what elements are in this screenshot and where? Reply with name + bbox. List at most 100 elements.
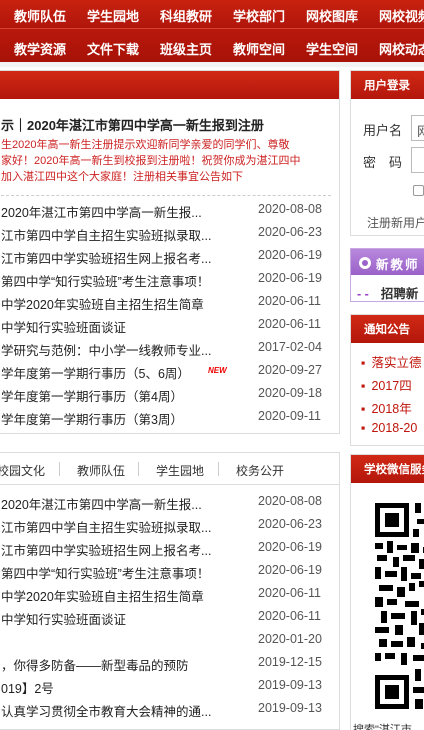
tab-bar: 校园文化 教师队伍 学生园地 校务公开 <box>0 453 339 485</box>
notice-item[interactable]: ▪ 落实立德 <box>361 352 421 371</box>
nav-departments[interactable]: 学校部门 <box>233 6 285 25</box>
news-title[interactable]: 中学2020年实验班自主招生招生简章 <box>1 294 204 313</box>
notice-text: 2018-20 <box>371 421 418 435</box>
tab-students[interactable]: 学生园地 <box>156 462 204 479</box>
list-item[interactable]: 学研究与范例：中小学一线教师专业... 2017-02-04 <box>0 337 337 360</box>
news-title[interactable]: 第四中学“知行实验班”考生注意事项！ <box>1 271 209 290</box>
top-nav-primary: 教师队伍 学生园地 科组教研 学校部门 网校图库 网校视频 <box>0 0 424 28</box>
news-date: 2020-01-20 <box>258 632 322 646</box>
news-date: 2019-12-15 <box>258 655 322 669</box>
remember-checkbox[interactable] <box>413 185 424 196</box>
news-title[interactable]: 2020年湛江市第四中学高一新生报... <box>1 494 202 513</box>
news-title[interactable]: 江市第四中学实验班招生网上报名考... <box>1 248 211 267</box>
nav-class-pages[interactable]: 班级主页 <box>160 39 212 58</box>
nav-gallery[interactable]: 网校图库 <box>306 6 358 25</box>
news-title[interactable]: 认真学习贯彻全市教育大会精神的通... <box>1 701 211 720</box>
nav-student-space[interactable]: 学生空间 <box>306 39 358 58</box>
bullet-icon: ▪ <box>361 356 366 370</box>
summary-line: 加入湛江四中这个大家庭！注册相关事宜公告如下 <box>1 171 243 183</box>
list-item[interactable]: 中学2020年实验班自主招生招生简章 2020-06-11 <box>0 291 337 314</box>
news-date: 2020-06-11 <box>258 317 322 331</box>
news-title[interactable]: 中学2020年实验班自主招生招生简章 <box>1 586 204 605</box>
tab-campus-culture[interactable]: 校园文化 <box>0 462 45 479</box>
notice-header: 通知公告 <box>351 315 424 343</box>
news-title[interactable]: 江市第四中学实验班招生网上报名考... <box>1 540 211 559</box>
list-item[interactable]: 第四中学“知行实验班”考生注意事项！ 2020-06-19 <box>0 560 337 583</box>
news-title[interactable]: 学年度第一学期行事历（第4周） <box>1 386 183 405</box>
register-link[interactable]: 注册新用户 <box>367 214 424 231</box>
new-teacher-text: 招聘新 <box>380 287 419 301</box>
list-item[interactable]: 学年度第一学期行事历（5、6周） NEW 2020-09-27 <box>0 360 337 383</box>
notice-item[interactable]: ▪ 2018年 <box>361 398 412 417</box>
news-title[interactable]: ，你得多防备——新型毒品的预防 <box>1 655 189 674</box>
news-date: 2020-09-11 <box>258 409 322 423</box>
news-title[interactable]: 江市第四中学自主招生实验班拟录取... <box>1 225 211 244</box>
tab-affairs[interactable]: 校务公开 <box>236 462 284 479</box>
nav-downloads[interactable]: 文件下载 <box>87 39 139 58</box>
list-item[interactable]: 认真学习贯彻全市教育大会精神的通... 2019-09-13 <box>0 698 337 721</box>
notice-title: 通知公告 <box>364 324 410 336</box>
login-title: 用户登录 <box>364 80 410 92</box>
bullet-icon: ▪ <box>361 402 366 416</box>
password-field[interactable] <box>411 147 424 173</box>
new-teacher-box: 新教师 - - 招聘新 <box>350 248 424 302</box>
list-item[interactable]: ，你得多防备——新型毒品的预防 2019-12-15 <box>0 652 337 675</box>
news-title[interactable]: 第四中学“知行实验班”考生注意事项！ <box>1 563 209 582</box>
news-date: 2020-06-11 <box>258 294 322 308</box>
wechat-box: 学校微信服务 搜索"湛江市 <box>350 454 424 730</box>
notice-item[interactable]: ▪ 2017四 <box>361 375 412 394</box>
summary-line: 生2020年高一新生注册提示欢迎新同学亲爱的同学们、尊敬 <box>1 139 290 151</box>
new-teacher-header: 新教师 <box>351 249 424 275</box>
tab-teachers[interactable]: 教师队伍 <box>77 462 125 479</box>
list-item[interactable]: 学年度第一学期行事历（第4周） 2020-09-18 <box>0 383 337 406</box>
nav-video[interactable]: 网校视频 <box>379 6 424 25</box>
news-title[interactable]: 中学知行实验班面谈证 <box>1 317 126 336</box>
username-field[interactable]: 网 <box>411 115 424 141</box>
list-item[interactable]: 中学2020年实验班自主招生招生简章 2020-06-11 <box>0 583 337 606</box>
list-item[interactable]: 江市第四中学实验班招生网上报名考... 2020-06-19 <box>0 537 337 560</box>
login-header: 用户登录 <box>351 71 424 99</box>
list-item[interactable]: 中学知行实验班面谈证 2020-06-11 <box>0 606 337 629</box>
news-date: 2020-06-11 <box>258 609 322 623</box>
news-title[interactable]: 2020年湛江市第四中学高一新生报... <box>1 202 202 221</box>
news-date: 2020-08-08 <box>258 202 322 216</box>
featured-headline[interactable]: 示｜2020年湛江市第四中学高一新生报到注册 <box>1 115 264 134</box>
list-item[interactable]: 江市第四中学自主招生实验班拟录取... 2020-06-23 <box>0 514 337 537</box>
nav-teacher-space[interactable]: 教师空间 <box>233 39 285 58</box>
news-date: 2020-06-11 <box>258 586 322 600</box>
qr-code-icon <box>375 503 424 709</box>
list-item[interactable]: 江市第四中学自主招生实验班拟录取... 2020-06-23 <box>0 222 337 245</box>
new-teacher-item[interactable]: - - 招聘新 <box>357 283 418 302</box>
notice-item[interactable]: ▪ 2018-20 <box>361 421 417 435</box>
nav-research[interactable]: 科组教研 <box>160 6 212 25</box>
nav-resources[interactable]: 教学资源 <box>14 39 66 58</box>
notice-box: 通知公告 ▪ 落实立德 ▪ 2017四 ▪ 2018年 ▪ 2018-20 <box>350 314 424 446</box>
list-item[interactable]: 学年度第一学期行事历（第3周） 2020-09-11 <box>0 406 337 429</box>
news-date: 2017-02-04 <box>258 340 322 354</box>
list-item[interactable]: 江市第四中学实验班招生网上报名考... 2020-06-19 <box>0 245 337 268</box>
list-item[interactable]: 第四中学“知行实验班”考生注意事项！ 2020-06-19 <box>0 268 337 291</box>
nav-teachers[interactable]: 教师队伍 <box>14 6 66 25</box>
news-date: 2020-06-23 <box>258 225 322 239</box>
nav-news[interactable]: 网校动态 <box>379 39 424 58</box>
news-panel-header <box>0 71 339 99</box>
news-title[interactable]: 江市第四中学自主招生实验班拟录取... <box>1 517 211 536</box>
bullet-icon: ▪ <box>361 379 366 393</box>
list-item[interactable]: 中学知行实验班面谈证 2020-06-11 <box>0 314 337 337</box>
username-value: 网 <box>417 124 424 139</box>
news-title[interactable]: 019】2号 <box>1 678 54 697</box>
list-item[interactable]: 019】2号 2019-09-13 <box>0 675 337 698</box>
list-item[interactable]: 2020-01-20 <box>0 629 337 652</box>
list-item[interactable]: 2020年湛江市第四中学高一新生报... 2020-08-08 <box>0 491 337 514</box>
news-title[interactable]: 学研究与范例：中小学一线教师专业... <box>1 340 211 359</box>
list-item[interactable]: 2020年湛江市第四中学高一新生报... 2020-08-08 <box>0 199 337 222</box>
bullet-icon: ▪ <box>361 421 366 435</box>
nav-students[interactable]: 学生园地 <box>87 6 139 25</box>
news-title[interactable]: 学年度第一学期行事历（5、6周） <box>1 363 190 382</box>
divider <box>1 195 331 196</box>
tabbed-news-panel: 校园文化 教师队伍 学生园地 校务公开 2020年湛江市第四中学高一新生报...… <box>0 452 340 730</box>
news-title[interactable]: 中学知行实验班面谈证 <box>1 609 126 628</box>
news-date: 2020-06-19 <box>258 563 322 577</box>
notice-text: 2017四 <box>371 379 412 393</box>
news-title[interactable]: 学年度第一学期行事历（第3周） <box>1 409 183 428</box>
